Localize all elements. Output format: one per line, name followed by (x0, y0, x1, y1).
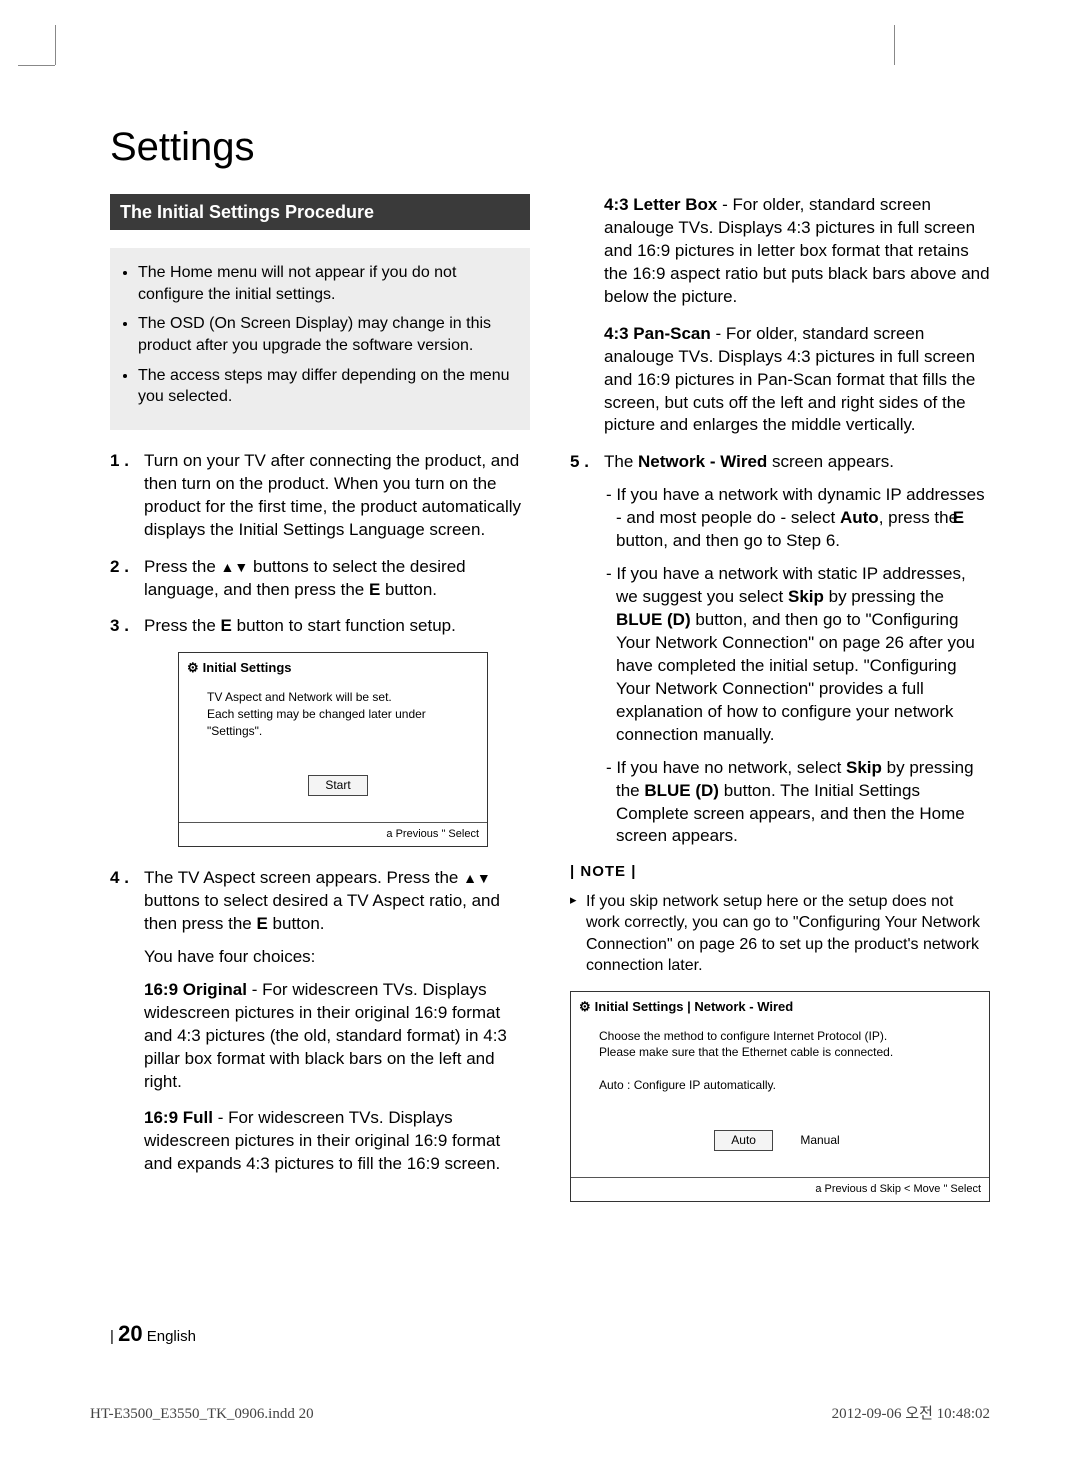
osd-line: Each setting may be changed later under … (207, 706, 469, 740)
indd-metadata: HT-E3500_E3550_TK_0906.indd 20 2012-09-0… (90, 1404, 990, 1424)
step-5: The Network - Wired screen appears. - If… (570, 451, 990, 848)
aspect-name: 4:3 Pan-Scan (604, 324, 711, 343)
text: The (604, 452, 638, 471)
intro-note-item: The access steps may differ depending on… (138, 365, 516, 408)
text: button, and then go to Step 6. (616, 531, 840, 550)
left-column: The Initial Settings Procedure The Home … (110, 194, 530, 1222)
note-item: If you skip network setup here or the se… (570, 891, 990, 977)
osd-manual-button[interactable]: Manual (784, 1131, 855, 1150)
gear-icon: ⚙ (579, 998, 591, 1016)
bold-text: Skip (788, 587, 824, 606)
crop-mark (55, 25, 56, 65)
gear-icon: ⚙ (187, 659, 199, 677)
enter-button-icon: E (221, 615, 232, 638)
step-4: The TV Aspect screen appears. Press the … (110, 867, 530, 1176)
intro-notes: The Home menu will not appear if you do … (110, 248, 530, 430)
aspect-4-3-panscan: 4:3 Pan-Scan - For older, standard scree… (604, 323, 990, 438)
bold-text: BLUE (D) (616, 610, 691, 629)
osd-footer: a Previous d Skip < Move " Select (571, 1177, 989, 1201)
text: button. (380, 580, 437, 599)
indd-time: 2012-09-06 오전 10:48:02 (832, 1404, 990, 1424)
aspect-16-9-original: 16:9 Original - For widescreen TVs. Disp… (144, 979, 530, 1094)
page-footer: | 20 English (110, 1319, 196, 1349)
step-2: Press the ▲▼ buttons to select the desir… (110, 556, 530, 602)
dash-item: - If you have no network, select Skip by… (604, 757, 990, 849)
up-down-icon: ▲▼ (221, 559, 249, 575)
enter-button-icon: E (963, 507, 964, 530)
aspect-name: 4:3 Letter Box (604, 195, 717, 214)
section-heading: The Initial Settings Procedure (110, 194, 530, 230)
intro-note-item: The OSD (On Screen Display) may change i… (138, 313, 516, 356)
intro-note-item: The Home menu will not appear if you do … (138, 262, 516, 305)
crop-mark (18, 65, 55, 66)
enter-button-icon: E (256, 913, 267, 936)
enter-button-icon: E (369, 579, 380, 602)
aspect-4-3-letterbox: 4:3 Letter Box - For older, standard scr… (604, 194, 990, 309)
text: The TV Aspect screen appears. Press the (144, 868, 463, 887)
page-lang: English (147, 1328, 196, 1345)
text: Press the (144, 557, 221, 576)
note-heading: | NOTE | (570, 862, 990, 882)
osd-title: ⚙ Initial Settings (179, 653, 487, 683)
bold-text: BLUE (D) (644, 781, 719, 800)
bold-text: Auto (840, 508, 879, 527)
text: Initial Settings | Network - Wired (595, 999, 794, 1014)
bold-text: Skip (846, 758, 882, 777)
osd-line: Auto : Configure IP automatically. (599, 1077, 971, 1094)
text: Press the (144, 616, 221, 635)
dash-item: - If you have a network with static IP a… (604, 563, 990, 747)
osd-footer: a Previous " Select (179, 822, 487, 846)
text: button to start function setup. (232, 616, 456, 635)
osd-initial-settings: ⚙ Initial Settings TV Aspect and Network … (178, 652, 488, 847)
osd-network-wired: ⚙ Initial Settings | Network - Wired Choo… (570, 991, 990, 1202)
aspect-name: 16:9 Original (144, 980, 247, 999)
osd-line: TV Aspect and Network will be set. (207, 689, 469, 706)
text: button, and then go to "Configuring Your… (616, 610, 975, 744)
step-1: Turn on your TV after connecting the pro… (110, 450, 530, 542)
indd-file: HT-E3500_E3550_TK_0906.indd 20 (90, 1404, 314, 1424)
step-3: Press the E button to start function set… (110, 615, 530, 847)
osd-start-button[interactable]: Start (308, 775, 367, 796)
text: button. (268, 914, 325, 933)
text: Select (448, 828, 479, 840)
osd-auto-button[interactable]: Auto (714, 1130, 773, 1151)
choices-intro: You have four choices: (144, 946, 530, 969)
crop-mark (894, 25, 895, 65)
osd-line: Please make sure that the Ethernet cable… (599, 1044, 971, 1061)
up-down-icon: ▲▼ (463, 870, 491, 886)
text: If you have no network, select (616, 758, 846, 777)
text: screen appears. (767, 452, 894, 471)
page-title: Settings (110, 120, 990, 174)
dash-item: - If you have a network with dynamic IP … (604, 484, 990, 553)
page-number: 20 (118, 1321, 142, 1346)
text: by pressing the (824, 587, 944, 606)
text: , press the (879, 508, 963, 527)
bold-text: Network - Wired (638, 452, 767, 471)
aspect-name: 16:9 Full (144, 1108, 213, 1127)
aspect-16-9-full: 16:9 Full - For widescreen TVs. Displays… (144, 1107, 530, 1176)
text: Initial Settings (203, 660, 292, 675)
osd-title: ⚙ Initial Settings | Network - Wired (571, 992, 989, 1022)
text: Previous (393, 828, 442, 840)
osd-line: Choose the method to configure Internet … (599, 1028, 971, 1045)
right-column: 4:3 Letter Box - For older, standard scr… (570, 194, 990, 1222)
